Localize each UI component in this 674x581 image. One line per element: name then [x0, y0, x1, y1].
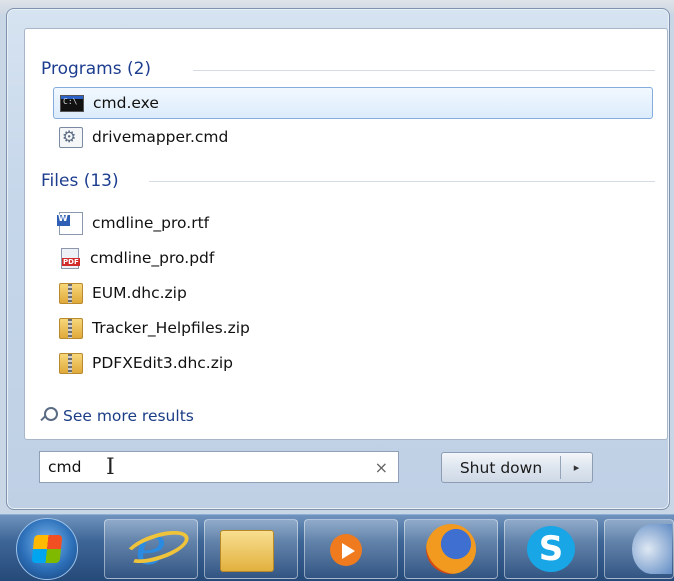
shut-down-button-group: Shut down ▸	[441, 452, 593, 483]
files-header-divider	[149, 181, 655, 182]
result-item-label: cmd.exe	[93, 94, 159, 112]
files-header-label: Files (13)	[41, 171, 119, 191]
result-item-drivemapper-cmd[interactable]: drivemapper.cmd	[53, 121, 653, 153]
start-orb-button[interactable]	[16, 518, 78, 580]
pdf-document-icon	[59, 247, 81, 269]
result-item-cmdline-pro-pdf[interactable]: cmdline_pro.pdf	[53, 242, 653, 274]
start-search-box[interactable]: I ×	[39, 451, 399, 483]
result-item-label: cmdline_pro.rtf	[92, 214, 210, 232]
search-results-pane: Programs (2) cmd.exe drivemapper.cmd Fil…	[24, 28, 668, 440]
files-group-header[interactable]: Files (13)	[41, 169, 119, 193]
zip-folder-icon	[59, 282, 83, 304]
skype-icon: S	[527, 526, 575, 572]
result-item-label: Tracker_Helpfiles.zip	[92, 319, 250, 337]
result-item-label: cmdline_pro.pdf	[90, 249, 215, 267]
search-icon	[39, 407, 58, 425]
programs-group-header[interactable]: Programs (2)	[41, 57, 151, 81]
media-player-icon	[330, 532, 370, 568]
windows-logo-icon	[31, 535, 63, 563]
result-item-tracker-helpfiles-zip[interactable]: Tracker_Helpfiles.zip	[53, 312, 653, 344]
result-item-label: drivemapper.cmd	[92, 128, 229, 146]
result-item-label: PDFXEdit3.dhc.zip	[92, 354, 234, 372]
script-icon	[59, 126, 83, 148]
result-item-pdfxedit3-dhc-zip[interactable]: PDFXEdit3.dhc.zip	[53, 347, 653, 379]
zip-folder-icon	[59, 317, 83, 339]
thunderbird-icon	[632, 524, 672, 574]
clear-search-button[interactable]: ×	[375, 458, 388, 477]
result-item-eum-dhc-zip[interactable]: EUM.dhc.zip	[53, 277, 653, 309]
shut-down-button[interactable]: Shut down	[442, 459, 560, 477]
programs-header-divider	[193, 70, 655, 71]
result-item-label: EUM.dhc.zip	[92, 284, 187, 302]
programs-header-label: Programs (2)	[41, 59, 152, 79]
shut-down-options-arrow-icon[interactable]: ▸	[561, 461, 592, 474]
result-item-cmdline-pro-rtf[interactable]: cmdline_pro.rtf	[53, 207, 653, 239]
search-input[interactable]	[48, 458, 338, 476]
cmd-icon	[60, 94, 84, 112]
rtf-document-icon	[57, 211, 83, 235]
start-menu: Programs (2) cmd.exe drivemapper.cmd Fil…	[6, 8, 670, 510]
text-cursor-icon: I	[106, 455, 115, 480]
firefox-icon	[426, 524, 476, 574]
result-item-cmd-exe[interactable]: cmd.exe	[53, 87, 653, 119]
see-more-label: See more results	[63, 407, 194, 425]
see-more-results-link[interactable]: See more results	[39, 404, 194, 428]
file-explorer-icon	[220, 530, 274, 572]
zip-folder-icon	[59, 352, 83, 374]
internet-explorer-icon: e	[124, 521, 178, 573]
